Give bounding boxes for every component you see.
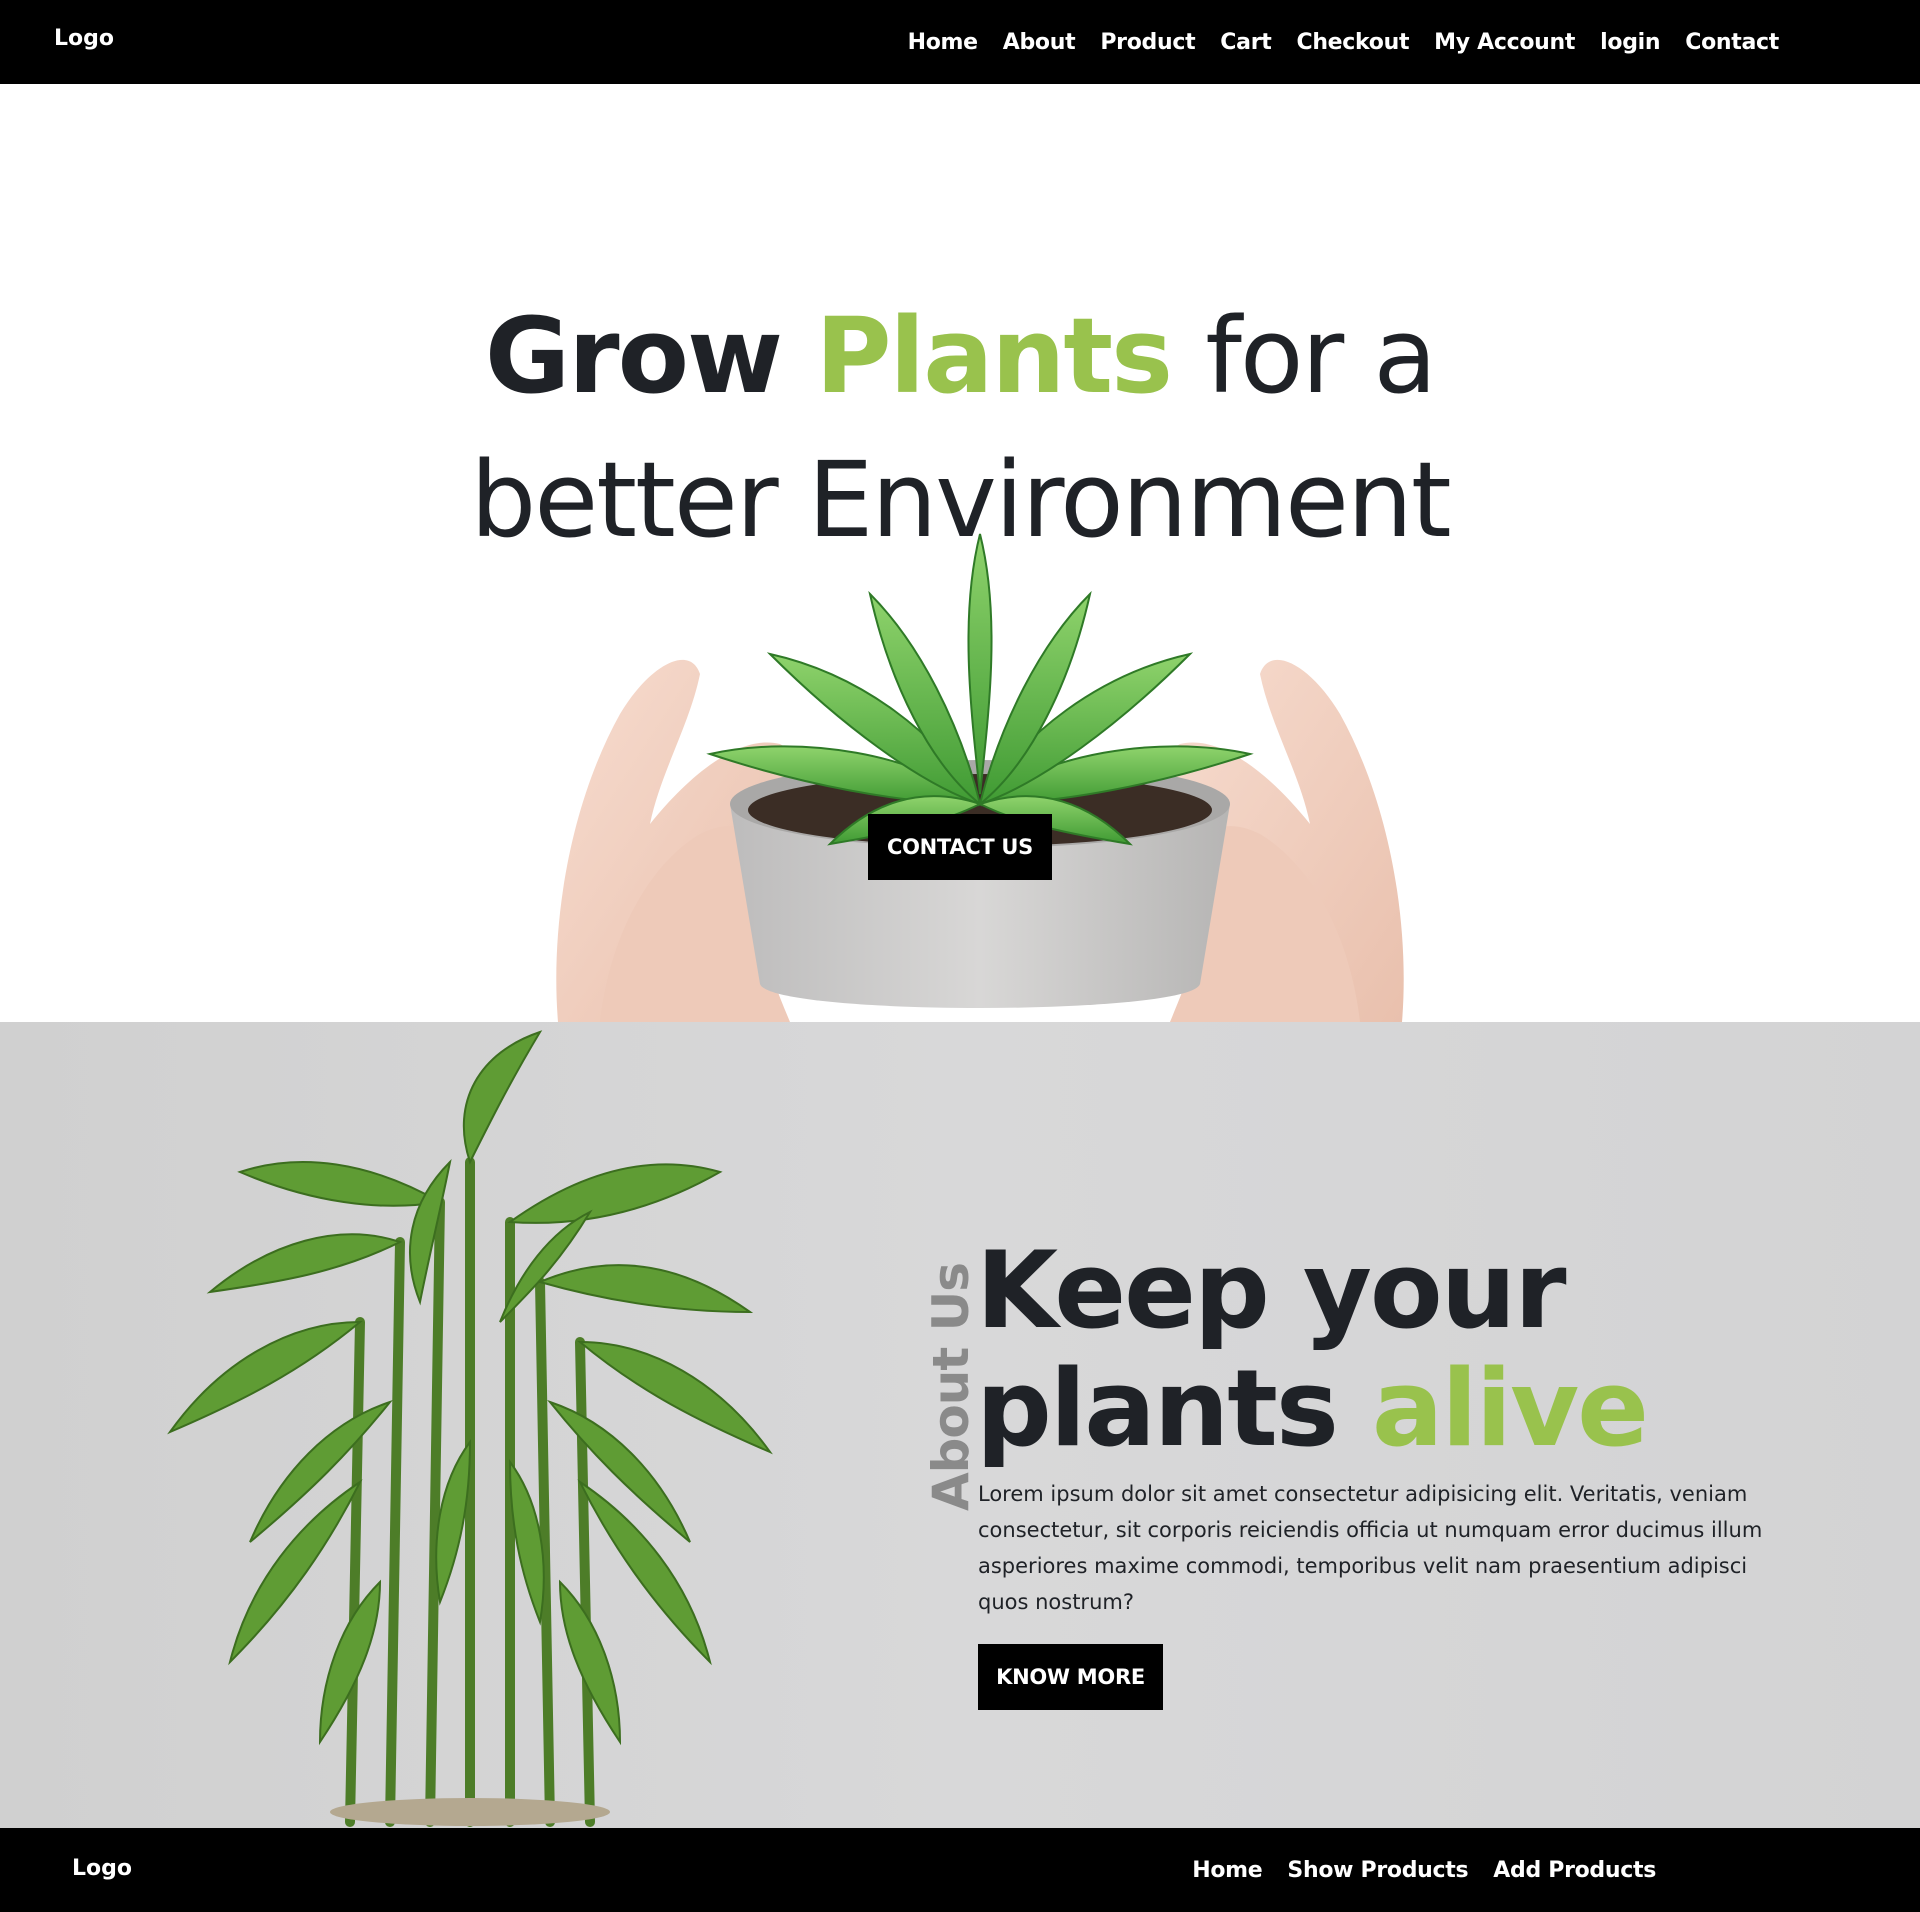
nav-item-checkout: Checkout [1296,30,1409,55]
nav-link-contact[interactable]: Contact [1685,30,1779,55]
hero-title-word-plants: Plants [815,295,1173,417]
succulent-in-hands-image [556,533,1404,1022]
nav-link-cart[interactable]: Cart [1220,30,1271,55]
footer-link-show-products[interactable]: Show Products [1287,1858,1468,1883]
nav-link-my-account[interactable]: My Account [1434,30,1575,55]
lucky-bamboo-plant-image [167,1030,773,1827]
nav-item-contact: Contact [1685,30,1779,55]
nav-item-cart: Cart [1220,30,1271,55]
footer-nav-item-add-products: Add Products [1493,1858,1656,1883]
about-title-line1: Keep your [976,1229,1566,1352]
nav-link-login[interactable]: login [1600,30,1660,55]
footer-nav-item-show-products: Show Products [1287,1858,1468,1883]
footer-link-home[interactable]: Home [1192,1858,1262,1883]
about-section: About Us Keep your plants alive Lorem ip… [0,1022,1920,1828]
nav-item-home: Home [908,30,978,55]
top-navbar: Logo Home About Product Cart Checkout My… [0,0,1920,84]
hero-title-line2: better Environment [470,439,1451,561]
nav-link-product[interactable]: Product [1100,30,1195,55]
nav-item-product: Product [1100,30,1195,55]
about-title: Keep your plants alive [976,1232,1876,1468]
know-more-button[interactable]: KNOW MORE [978,1644,1163,1710]
hero-title: Grow Plants for a better Environment [0,284,1920,572]
footer-nav: Home Show Products Add Products [1192,1828,1656,1912]
header-logo[interactable]: Logo [54,26,114,51]
hero-title-word-for-a: for a [1205,295,1437,417]
contact-us-button[interactable]: CONTACT US [868,814,1052,880]
nav-item-login: login [1600,30,1660,55]
nav-item-my-account: My Account [1434,30,1575,55]
about-title-word-plants: plants [976,1347,1339,1470]
nav-link-about[interactable]: About [1003,30,1076,55]
nav-link-home[interactable]: Home [908,30,978,55]
nav-link-checkout[interactable]: Checkout [1296,30,1409,55]
hero-section: Grow Plants for a better Environment CON… [0,84,1920,1022]
footer-logo[interactable]: Logo [72,1856,132,1881]
about-description: Lorem ipsum dolor sit amet consectetur a… [978,1482,1763,1614]
footer-link-add-products[interactable]: Add Products [1493,1858,1656,1883]
nav-item-about: About [1003,30,1076,55]
about-title-word-alive: alive [1371,1347,1649,1470]
footer-bar: Logo Home Show Products Add Products [0,1828,1920,1912]
footer-nav-item-home: Home [1192,1858,1262,1883]
about-us-label-text: About Us [922,1262,980,1512]
main-nav: Home About Product Cart Checkout My Acco… [908,0,1780,84]
hero-title-word-grow: Grow [484,295,783,417]
